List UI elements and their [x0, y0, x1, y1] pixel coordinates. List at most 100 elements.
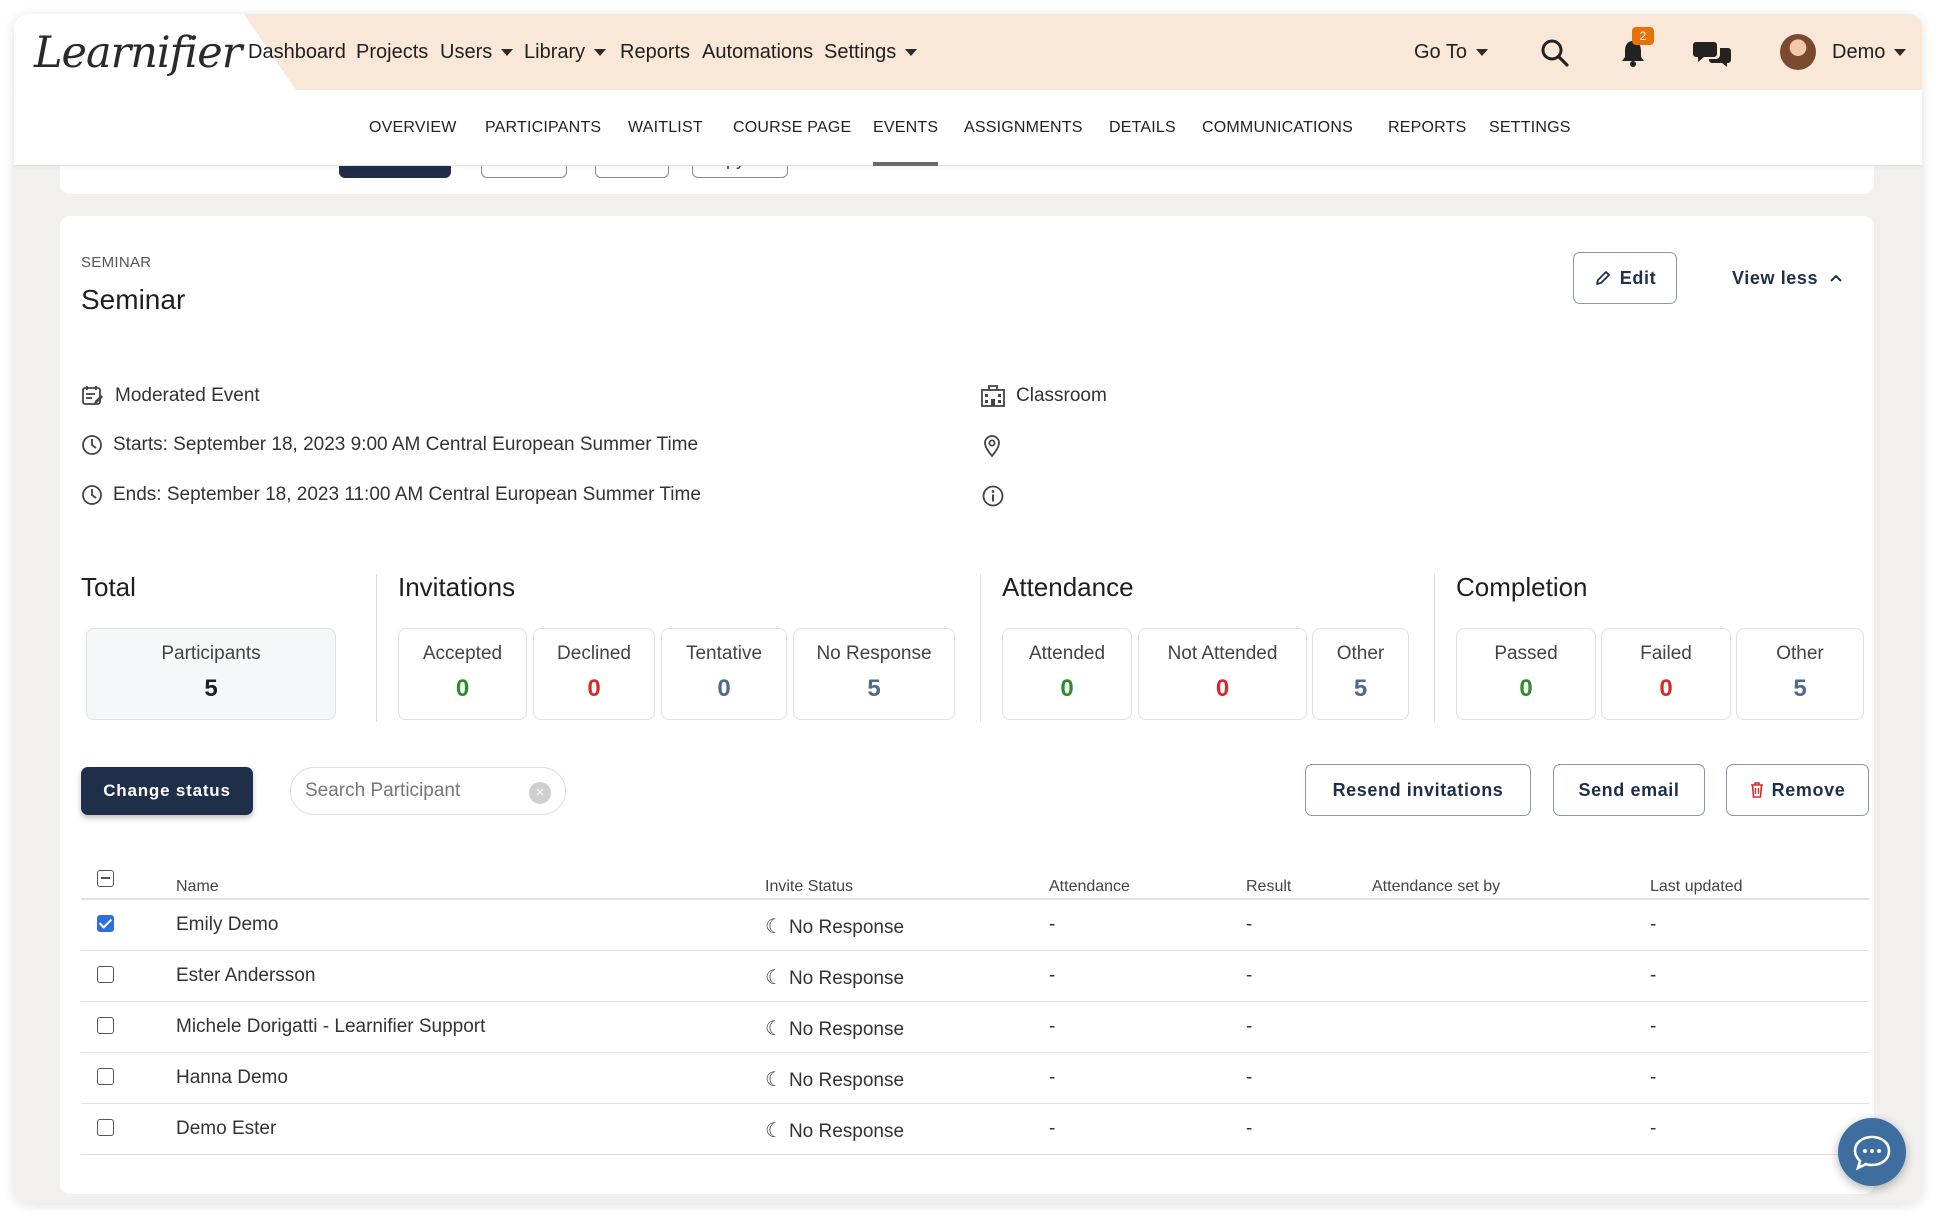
- attendance-cell: -: [1049, 1016, 1056, 1037]
- tab-reports[interactable]: REPORTS: [1388, 90, 1466, 166]
- tab-course-page[interactable]: COURSE PAGE: [733, 90, 851, 166]
- nav-settings[interactable]: Settings: [824, 14, 918, 90]
- nav-automations[interactable]: Automations: [702, 14, 813, 90]
- row-checkbox[interactable]: [97, 1017, 114, 1034]
- participants-table: Name Invite Status Attendance Result Att…: [81, 862, 1869, 1155]
- event-start-row: Starts: September 18, 2023 9:00 AM Centr…: [81, 434, 698, 456]
- nav-users[interactable]: Users: [440, 14, 514, 90]
- remove-button[interactable]: Remove: [1726, 764, 1869, 816]
- tab-details[interactable]: DETAILS: [1109, 90, 1176, 166]
- stat-passed: Passed 0: [1456, 628, 1596, 720]
- table-row[interactable]: Ester Andersson ☾ No Response - - -: [81, 951, 1869, 1002]
- clear-search-icon[interactable]: ×: [529, 782, 551, 804]
- event-end: Ends: September 18, 2023 11:00 AM Centra…: [113, 484, 701, 505]
- nav-reports[interactable]: Reports: [620, 14, 690, 90]
- change-status-button[interactable]: Change status: [81, 767, 253, 815]
- col-name[interactable]: Name: [176, 878, 219, 896]
- invite-status-text: No Response: [788, 968, 905, 989]
- stat-value: 5: [1353, 675, 1368, 702]
- table-row[interactable]: Emily Demo ☾ No Response - - -: [81, 900, 1869, 951]
- stat-no-response: No Response 5: [793, 628, 955, 720]
- tab-communications[interactable]: COMMUNICATIONS: [1202, 90, 1353, 166]
- stat-value: 5: [204, 675, 218, 702]
- support-chat-button[interactable]: [1838, 1118, 1906, 1186]
- stat-label: Participants: [161, 643, 261, 664]
- stat-label: Other: [1336, 643, 1385, 664]
- chevron-down-icon: [501, 49, 514, 57]
- col-invite-status[interactable]: Invite Status: [765, 878, 853, 896]
- invite-status-text: No Response: [788, 917, 905, 938]
- location-type: Classroom: [1016, 385, 1107, 406]
- tab-waitlist[interactable]: WAITLIST: [628, 90, 703, 166]
- event-title: Seminar: [81, 284, 186, 315]
- last-updated-cell: -: [1650, 965, 1657, 986]
- result-cell: -: [1246, 914, 1253, 935]
- tab-participants[interactable]: PARTICIPANTS: [485, 90, 601, 166]
- location-type-row: Classroom: [980, 384, 1107, 408]
- tab-assignments[interactable]: ASSIGNMENTS: [964, 90, 1083, 166]
- col-attendance[interactable]: Attendance: [1049, 878, 1130, 896]
- col-result[interactable]: Result: [1246, 878, 1291, 896]
- user-avatar[interactable]: [1780, 34, 1816, 70]
- stat-label: Attended: [1028, 643, 1106, 664]
- map-pin-icon: [984, 435, 1000, 458]
- send-email-button[interactable]: Send email: [1553, 764, 1705, 816]
- attendance-title: Attendance: [1002, 572, 1134, 602]
- stat-failed: Failed 0: [1601, 628, 1731, 720]
- chevron-down-icon: [905, 49, 918, 57]
- info-icon: [982, 485, 1004, 507]
- stat-label: Declined: [557, 643, 631, 664]
- table-row[interactable]: Michele Dorigatti - Learnifier Support ☾…: [81, 1002, 1869, 1053]
- row-checkbox[interactable]: [97, 915, 114, 932]
- stat-not-attended: Not Attended 0: [1138, 628, 1307, 720]
- nav-settings-label: Settings: [824, 41, 897, 63]
- row-checkbox[interactable]: [97, 1119, 114, 1136]
- participant-name: Emily Demo: [176, 914, 279, 935]
- search-icon[interactable]: [1538, 36, 1572, 70]
- invite-status: ☾ No Response: [765, 1067, 904, 1092]
- event-start: Starts: September 18, 2023 9:00 AM Centr…: [113, 434, 699, 455]
- event-type-row: Moderated Event: [81, 384, 260, 408]
- col-last-updated[interactable]: Last updated: [1650, 878, 1743, 896]
- tab-events[interactable]: EVENTS: [873, 90, 939, 166]
- chat-icon: [1853, 1135, 1891, 1171]
- chat-bubbles-icon[interactable]: [1692, 36, 1732, 70]
- table-row[interactable]: Hanna Demo ☾ No Response - - -: [81, 1053, 1869, 1104]
- participant-name: Demo Ester: [176, 1118, 277, 1139]
- row-checkbox[interactable]: [97, 966, 114, 983]
- participant-name: Hanna Demo: [176, 1067, 288, 1088]
- tab-overview[interactable]: OVERVIEW: [369, 90, 457, 166]
- event-card: SEMINAR Seminar Edit View less Moderated…: [60, 216, 1874, 1194]
- participant-search: ×: [290, 767, 566, 815]
- stat-label: Passed: [1494, 643, 1558, 664]
- divider: [376, 574, 377, 722]
- course-tabs: OVERVIEW PARTICIPANTS WAITLIST COURSE PA…: [14, 90, 1922, 166]
- view-less-toggle[interactable]: View less: [1732, 252, 1844, 304]
- edit-event-button[interactable]: Edit: [1573, 252, 1677, 304]
- row-checkbox[interactable]: [97, 1068, 114, 1085]
- resend-invitations-button[interactable]: Resend invitations: [1305, 764, 1531, 816]
- tab-settings[interactable]: SETTINGS: [1489, 90, 1571, 166]
- col-attendance-set-by[interactable]: Attendance set by: [1372, 878, 1500, 896]
- attendance-cell: -: [1049, 914, 1056, 935]
- stat-accepted: Accepted 0: [398, 628, 527, 720]
- moon-icon: ☾: [765, 967, 783, 989]
- select-all-checkbox[interactable]: [97, 870, 114, 887]
- chevron-up-icon: [1830, 274, 1842, 282]
- participant-name: Michele Dorigatti - Learnifier Support: [176, 1016, 486, 1037]
- attendance-cell: -: [1049, 965, 1056, 986]
- result-cell: -: [1246, 1118, 1253, 1139]
- learnifier-logo[interactable]: Learnifier: [34, 28, 242, 78]
- nav-projects[interactable]: Projects: [356, 14, 428, 90]
- stat-attendance-other: Other 5: [1312, 628, 1409, 720]
- nav-dashboard[interactable]: Dashboard: [248, 14, 346, 90]
- event-type: Moderated Event: [115, 385, 260, 406]
- table-header: Name Invite Status Attendance Result Att…: [81, 862, 1869, 900]
- goto-menu[interactable]: Go To: [1414, 14, 1488, 90]
- user-menu[interactable]: Demo: [1832, 14, 1907, 90]
- search-input[interactable]: [305, 778, 525, 804]
- moon-icon: ☾: [765, 1120, 783, 1142]
- last-updated-cell: -: [1650, 1016, 1657, 1037]
- nav-library[interactable]: Library: [524, 14, 607, 90]
- table-row[interactable]: Demo Ester ☾ No Response - - -: [81, 1104, 1869, 1155]
